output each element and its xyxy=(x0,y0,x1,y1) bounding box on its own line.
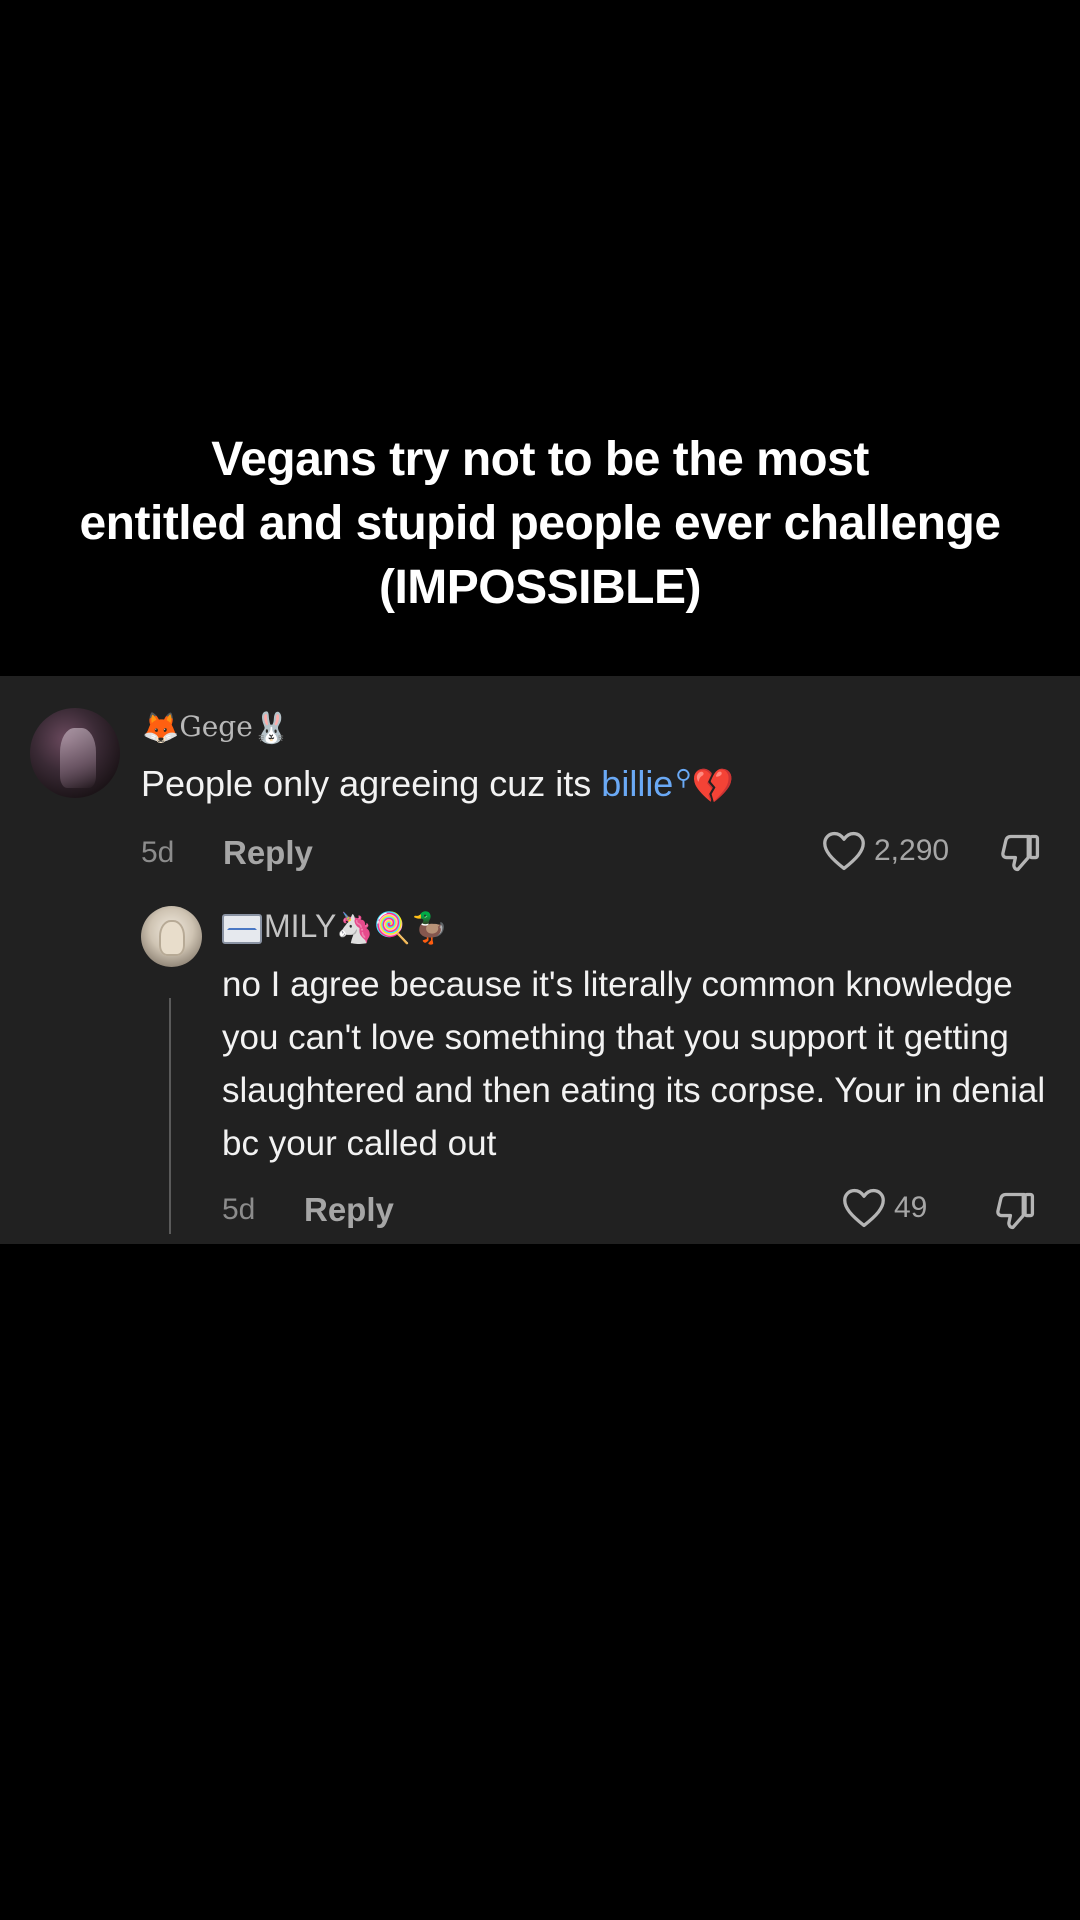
commenter-username-text: Gege xyxy=(179,710,253,743)
comment-panel: 🦊Gege🐰 People only agreeing cuz its bill… xyxy=(0,676,1080,1244)
replier-avatar[interactable] xyxy=(141,906,202,967)
heart-outline-icon[interactable] xyxy=(822,830,866,872)
comment-reply-button[interactable]: Reply xyxy=(223,834,313,872)
thread-connector-line xyxy=(169,998,171,1234)
caption-line-1: Vegans try not to be the most xyxy=(211,433,869,486)
replier-username-text: MILY xyxy=(264,908,337,944)
dislike-icon[interactable] xyxy=(993,1189,1037,1237)
comment-like-count: 2,290 xyxy=(874,834,950,867)
caption-line-3: (IMPOSSIBLE) xyxy=(378,561,702,614)
dislike-icon[interactable] xyxy=(998,831,1042,879)
reply-like-group[interactable]: 49 xyxy=(842,1187,927,1229)
reply-timestamp: 5d xyxy=(222,1193,256,1226)
commenter-username[interactable]: 🦊Gege🐰 xyxy=(142,710,290,746)
caption-line-2: entitled and stupid people ever challeng… xyxy=(79,497,1001,550)
comment-timestamp: 5d xyxy=(141,836,175,869)
search-link[interactable]: billie xyxy=(601,763,673,804)
replier-username[interactable]: MILY🦄🍭🦆 xyxy=(222,908,448,946)
commenter-avatar[interactable] xyxy=(30,708,120,798)
envelope-icon xyxy=(222,913,262,944)
reply-text: no I agree because it's literally common… xyxy=(222,965,1046,1163)
broken-heart-emoji: 💔 xyxy=(691,767,734,806)
fox-emoji: 🦊 xyxy=(142,711,180,746)
search-icon[interactable]: ⚲ xyxy=(675,754,691,802)
heart-outline-icon[interactable] xyxy=(842,1187,886,1229)
reply-like-count: 49 xyxy=(894,1191,928,1224)
comment-like-group[interactable]: 2,290 xyxy=(822,830,949,872)
video-caption: Vegans try not to be the most entitled a… xyxy=(0,428,1080,620)
unicorn-lollipop-duck-emoji: 🦄🍭🦆 xyxy=(336,912,449,946)
reply-reply-button[interactable]: Reply xyxy=(304,1191,394,1229)
rabbit-emoji: 🐰 xyxy=(252,711,291,746)
comment-text: People only agreeing cuz its billie⚲💔 xyxy=(141,760,734,810)
comment-body: People only agreeing cuz its xyxy=(141,763,602,804)
